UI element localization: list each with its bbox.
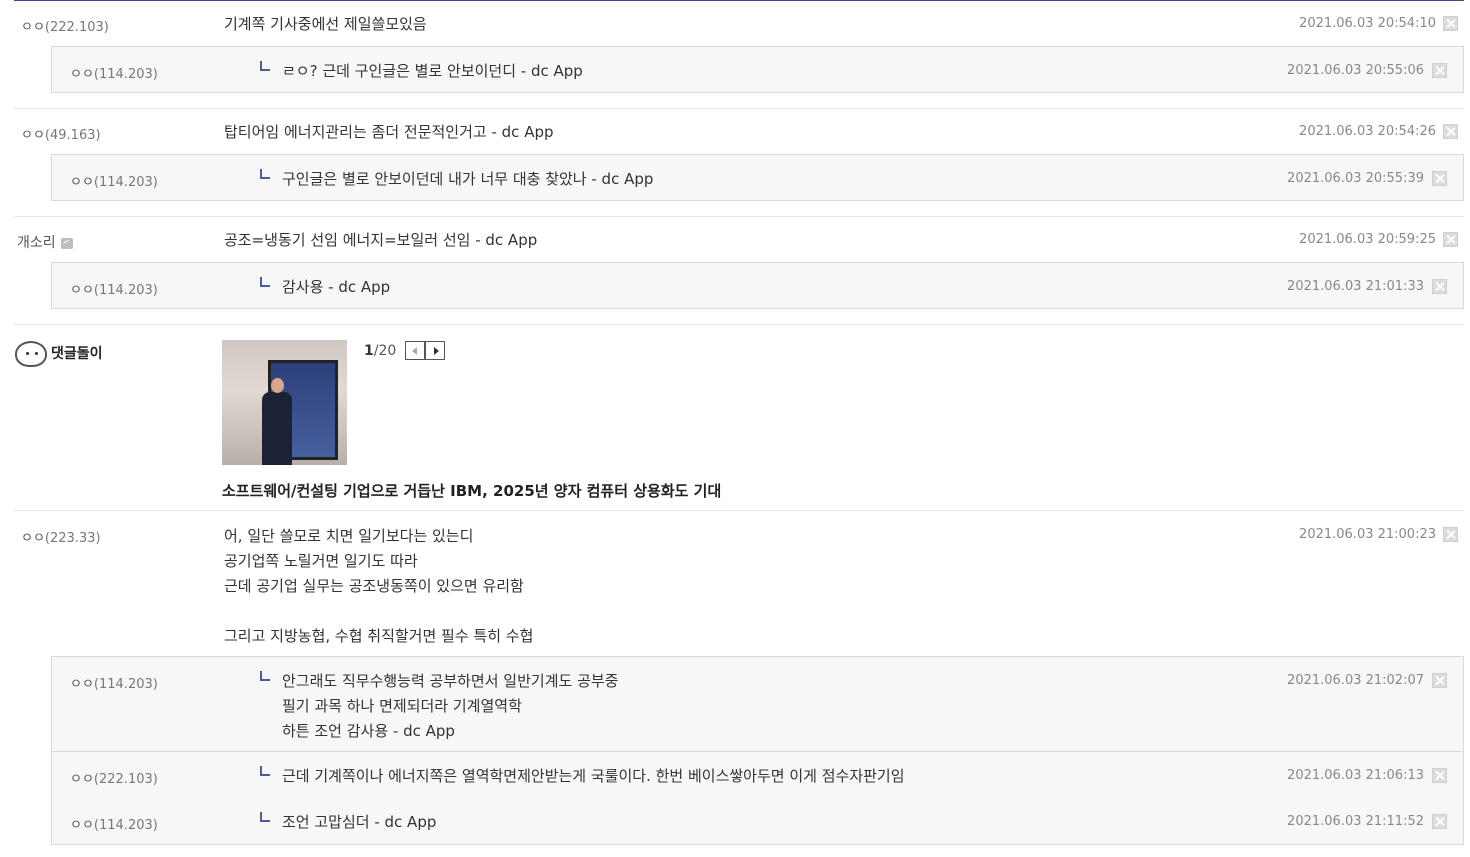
author-nick[interactable]: ㅇㅇ bbox=[21, 531, 45, 546]
comment-line bbox=[224, 599, 533, 624]
author-ip: (114.203) bbox=[93, 677, 158, 692]
reply-item: ㅇㅇ(114.203) 안그래도 직무수행능력 공부하면서 일반기계도 공부중 … bbox=[51, 656, 1464, 752]
delete-icon[interactable] bbox=[1443, 527, 1458, 542]
author-nick[interactable]: ㅇㅇ bbox=[21, 20, 45, 35]
author-nick[interactable]: ㅇㅇ bbox=[70, 67, 94, 82]
comment-author[interactable]: ㅇㅇ(49.163) bbox=[21, 124, 101, 143]
chevron-left-icon[interactable] bbox=[405, 341, 425, 360]
reply-text: 구인글은 별로 안보이던데 내가 너무 대충 찾았나 - dc App bbox=[282, 170, 654, 188]
reply-date: 2021.06.03 20:55:06 bbox=[1287, 63, 1424, 78]
reply-text: 안그래도 직무수행능력 공부하면서 일반기계도 공부중 필기 과목 하나 면제되… bbox=[282, 669, 618, 744]
reply-arrow-icon bbox=[260, 61, 270, 71]
reply-date: 2021.06.03 20:55:39 bbox=[1287, 171, 1424, 186]
pager-count: 1/20 bbox=[364, 343, 396, 359]
reply-item: ㅇㅇ(114.203) 조언 고맙심더 - dc App 2021.06.03 … bbox=[51, 798, 1464, 845]
reply-line: 안그래도 직무수행능력 공부하면서 일반기계도 공부중 bbox=[282, 672, 619, 690]
delete-icon[interactable] bbox=[1432, 279, 1447, 294]
reply-date: 2021.06.03 21:01:33 bbox=[1287, 279, 1424, 294]
comment-text: 탑티어임 에너지관리는 좀더 전문적인거고 - dc App bbox=[224, 123, 554, 141]
author-ip: (49.163) bbox=[44, 128, 101, 143]
comment-date: 2021.06.03 20:54:26 bbox=[1299, 124, 1436, 139]
author-nick[interactable]: ㅇㅇ bbox=[70, 283, 94, 298]
reply-author[interactable]: ㅇㅇ(114.203) bbox=[70, 673, 158, 692]
reply-text: 조언 고맙심더 - dc App bbox=[282, 813, 437, 831]
author-nick[interactable]: ㅇㅇ bbox=[70, 772, 94, 787]
reply-arrow-icon bbox=[260, 169, 270, 179]
pager-total: /20 bbox=[373, 343, 397, 359]
delete-icon[interactable] bbox=[1432, 63, 1447, 78]
author-nick[interactable]: ㅇㅇ bbox=[70, 175, 94, 190]
author-ip: (114.203) bbox=[93, 175, 158, 190]
chevron-right-icon[interactable] bbox=[425, 341, 445, 360]
author-nick[interactable]: ㅇㅇ bbox=[70, 677, 94, 692]
author-nick[interactable]: ㅇㅇ bbox=[70, 818, 94, 833]
author-ip: (114.203) bbox=[93, 67, 158, 82]
author-ip: (114.203) bbox=[93, 818, 158, 833]
delete-icon[interactable] bbox=[1432, 171, 1447, 186]
comment-line: 공기업쪽 노릴거면 일기도 따라 bbox=[224, 552, 418, 570]
author-ip: (223.33) bbox=[44, 531, 101, 546]
delete-icon[interactable] bbox=[1443, 124, 1458, 139]
reply-text: 감사용 - dc App bbox=[282, 278, 391, 296]
reply-arrow-icon bbox=[260, 766, 270, 776]
reply-author[interactable]: ㅇㅇ(114.203) bbox=[70, 814, 158, 833]
delete-icon[interactable] bbox=[1443, 16, 1458, 31]
reply-item: ㅇㅇ(222.103) 근데 기계쪽이나 에너지쪽은 열역학면제안받는게 국룰이… bbox=[51, 752, 1464, 799]
author-ip: (222.103) bbox=[44, 20, 109, 35]
gallog-icon[interactable] bbox=[60, 237, 73, 249]
reply-author[interactable]: ㅇㅇ(114.203) bbox=[70, 63, 158, 82]
author-nick[interactable]: 개소리 bbox=[17, 235, 56, 251]
comment-line: 그리고 지방농협, 수협 취직할거면 필수 특히 수협 bbox=[224, 627, 534, 645]
reply-author[interactable]: ㅇㅇ(222.103) bbox=[70, 768, 158, 787]
reply-item: ㅇㅇ(114.203) 감사용 - dc App 2021.06.03 21:0… bbox=[51, 262, 1464, 309]
reply-text: ㄹㅇ? 근데 구인글은 별로 안보이던디 - dc App bbox=[282, 62, 583, 80]
delete-icon[interactable] bbox=[1432, 814, 1447, 829]
author-nick[interactable]: ㅇㅇ bbox=[21, 128, 45, 143]
reply-arrow-icon bbox=[260, 671, 270, 681]
author-ip: (114.203) bbox=[93, 283, 158, 298]
reply-arrow-icon bbox=[260, 277, 270, 287]
bot-ad-item: 댓글돌이 1/20 소프트웨어/컨설팅 기업으로 거듭난 IBM, 2025년 … bbox=[14, 324, 1464, 510]
comment-date: 2021.06.03 20:54:10 bbox=[1299, 16, 1436, 31]
reply-item: ㅇㅇ(114.203) ㄹㅇ? 근데 구인글은 별로 안보이던디 - dc Ap… bbox=[51, 46, 1464, 93]
author-ip: (222.103) bbox=[93, 772, 158, 787]
pager-current: 1 bbox=[364, 343, 374, 359]
reply-line: 필기 과목 하나 면제되더라 기계열역학 bbox=[282, 697, 522, 715]
comment-author[interactable]: 개소리 bbox=[17, 232, 73, 252]
reply-arrow-icon bbox=[260, 812, 270, 822]
comment-date: 2021.06.03 20:59:25 bbox=[1299, 232, 1436, 247]
comment-author[interactable]: ㅇㅇ(222.103) bbox=[21, 16, 109, 35]
comment-text: 기계쪽 기사중에선 제일쓸모있음 bbox=[224, 15, 427, 33]
dolphin-bot-icon bbox=[15, 341, 47, 367]
delete-icon[interactable] bbox=[1443, 232, 1458, 247]
comment-text: 어, 일단 쓸모로 치면 일기보다는 있는디 공기업쪽 노릴거면 일기도 따라 … bbox=[224, 524, 533, 649]
reply-text: 근데 기계쪽이나 에너지쪽은 열역학면제안받는게 국룰이다. 한번 베이스쌓아두… bbox=[282, 767, 905, 785]
comment-line: 근데 공기업 실무는 공조냉동쪽이 있으면 유리함 bbox=[224, 577, 524, 595]
reply-date: 2021.06.03 21:02:07 bbox=[1287, 673, 1424, 688]
reply-author[interactable]: ㅇㅇ(114.203) bbox=[70, 279, 158, 298]
reply-line: 하튼 조언 감사용 - dc App bbox=[282, 722, 455, 740]
comment-item: ㅇㅇ(223.33) 어, 일단 쓸모로 치면 일기보다는 있는디 공기업쪽 노… bbox=[14, 510, 1464, 657]
comment-date: 2021.06.03 21:00:23 bbox=[1299, 527, 1436, 542]
reply-date: 2021.06.03 21:06:13 bbox=[1287, 768, 1424, 783]
bot-name: 댓글돌이 bbox=[51, 346, 103, 362]
comment-line: 어, 일단 쓸모로 치면 일기보다는 있는디 bbox=[224, 527, 474, 545]
delete-icon[interactable] bbox=[1432, 673, 1447, 688]
comment-author[interactable]: ㅇㅇ(223.33) bbox=[21, 527, 101, 546]
reply-date: 2021.06.03 21:11:52 bbox=[1287, 814, 1424, 829]
reply-author[interactable]: ㅇㅇ(114.203) bbox=[70, 171, 158, 190]
news-headline-link[interactable]: 소프트웨어/컨설팅 기업으로 거듭난 IBM, 2025년 양자 컴퓨터 상용화… bbox=[222, 480, 721, 501]
news-thumbnail[interactable] bbox=[222, 340, 347, 465]
reply-item: ㅇㅇ(114.203) 구인글은 별로 안보이던데 내가 너무 대충 찾았나 -… bbox=[51, 154, 1464, 201]
delete-icon[interactable] bbox=[1432, 768, 1447, 783]
comment-text: 공조=냉동기 선임 에너지=보일러 선임 - dc App bbox=[224, 231, 538, 249]
